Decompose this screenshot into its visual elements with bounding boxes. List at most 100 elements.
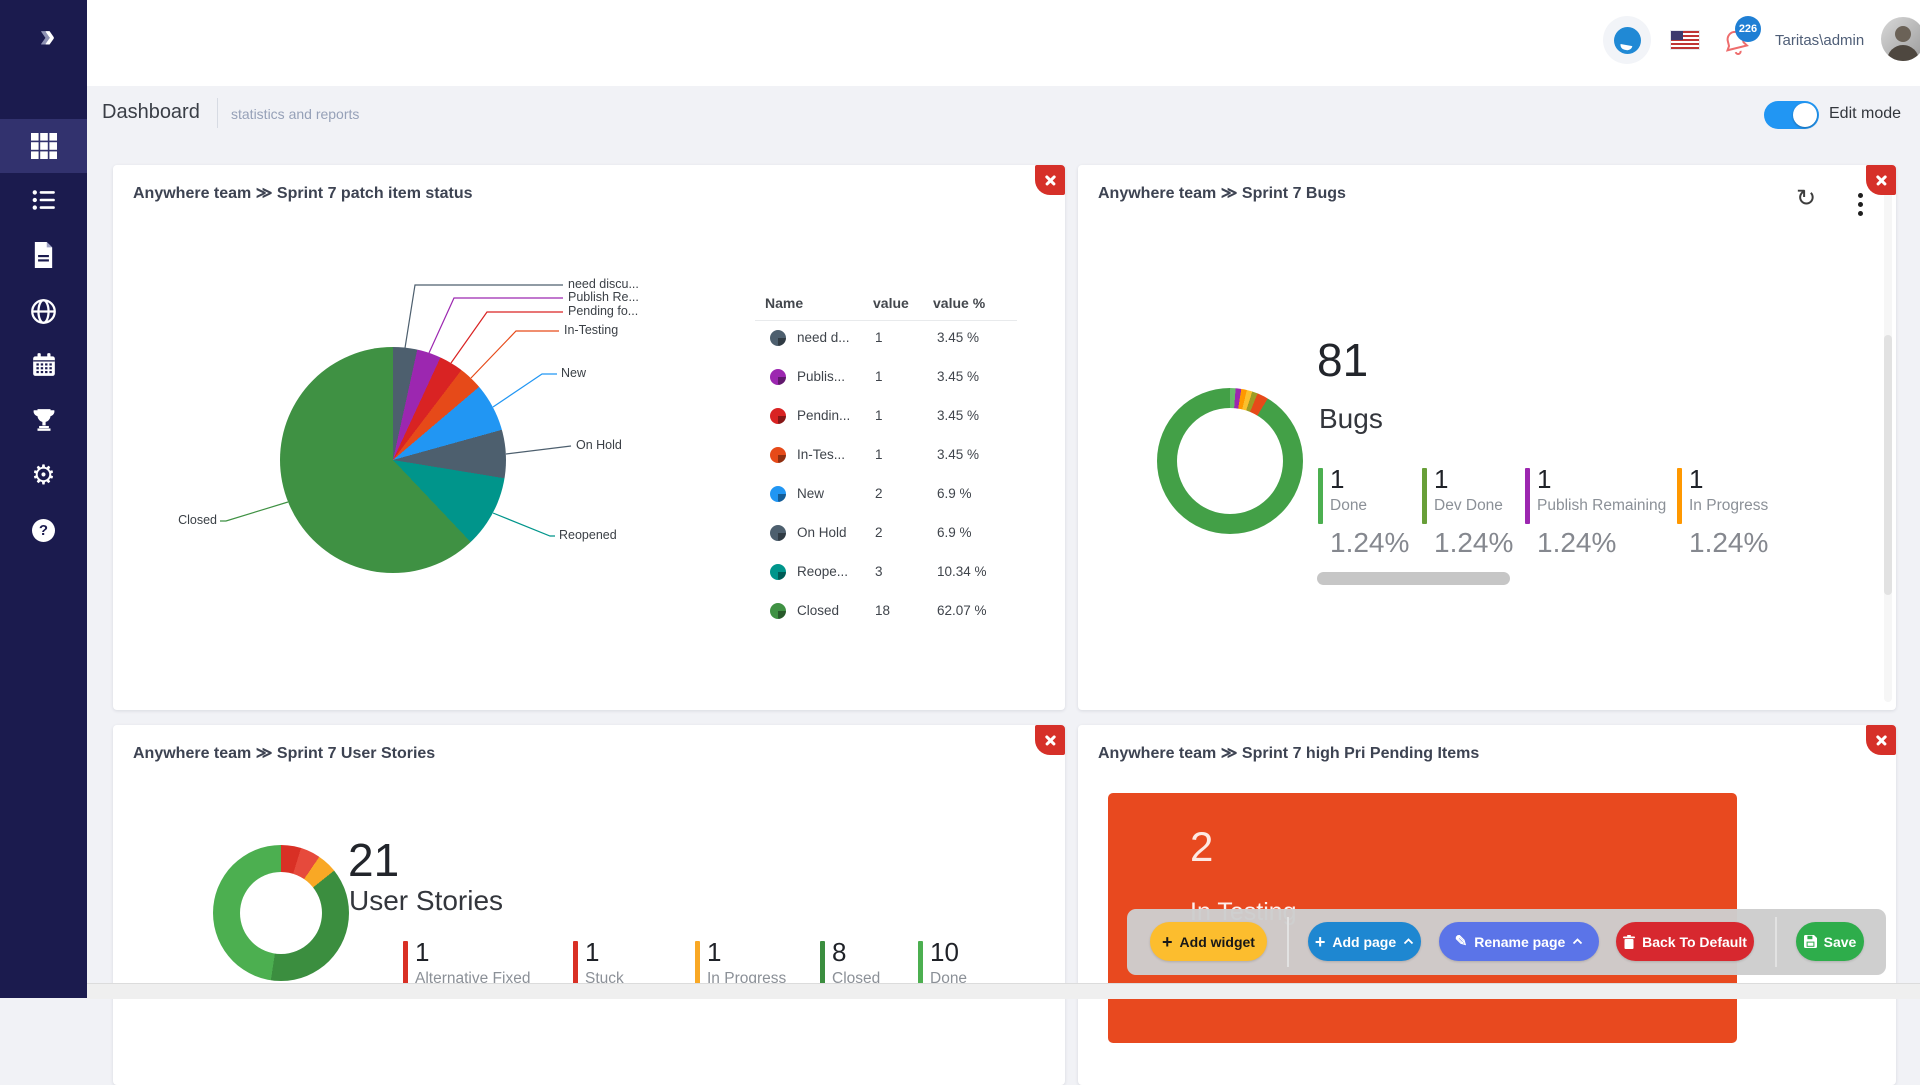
user-menu[interactable]: Taritas\admin — [1775, 32, 1864, 49]
legend-header-name: Name — [765, 295, 803, 311]
stat-value: 1 — [1330, 465, 1367, 495]
callout-line — [220, 502, 288, 521]
sidebar-item-calendar[interactable] — [0, 341, 87, 389]
sidebar: ›› — [0, 0, 87, 998]
stat-label: Dev Done — [1434, 497, 1503, 515]
notification-count-badge: 226 — [1735, 16, 1761, 42]
legend-value: 2 — [875, 525, 883, 540]
legend-name: Pendin... — [797, 408, 850, 423]
stat-percent: 1.24% — [1434, 527, 1513, 559]
stat-label: In Progress — [1689, 497, 1768, 515]
toolbar-divider — [1775, 917, 1777, 967]
stat-in-progress: 1 In Progress — [1677, 465, 1768, 515]
save-button[interactable]: Save — [1796, 922, 1864, 961]
user-stories-donut-chart — [213, 845, 349, 981]
slice-label: Reopened — [559, 528, 617, 542]
sidebar-item-dashboard[interactable] — [0, 122, 87, 170]
vertical-scrollbar-thumb[interactable] — [1884, 335, 1892, 595]
stat-label: Publish Remaining — [1537, 497, 1666, 515]
chat-button[interactable] — [1603, 16, 1651, 64]
slice-label: Publish Re... — [568, 290, 639, 304]
title-divider — [217, 98, 218, 128]
stat-in-progress: 1 In Progress — [695, 938, 786, 988]
widget-close-button[interactable] — [1866, 165, 1896, 195]
callout-line — [405, 285, 563, 348]
widget-close-button[interactable] — [1035, 725, 1065, 755]
sidebar-item-web[interactable] — [0, 287, 87, 335]
pencil-icon: ✎ — [1455, 934, 1468, 949]
language-flag-button[interactable] — [1671, 31, 1699, 49]
stat-value: 1 — [707, 938, 786, 968]
plus-icon: + — [1315, 933, 1326, 951]
stat-alternative-fixed: 1 Alternative Fixed — [403, 938, 530, 988]
stat-value: 1 — [1434, 465, 1503, 495]
tile-value: 2 — [1190, 823, 1213, 871]
stories-total-label: User Stories — [349, 885, 503, 917]
widget-title: Anywhere team ≫ Sprint 7 high Pri Pendin… — [1098, 743, 1479, 763]
stat-dev-done: 1 Dev Done — [1422, 465, 1503, 515]
patch-status-pie-chart — [280, 347, 506, 573]
sidebar-item-documents[interactable] — [0, 231, 87, 279]
stat-percent: 1.24% — [1537, 527, 1616, 559]
legend-value: 18 — [875, 603, 890, 618]
sidebar-item-help[interactable]: ? — [0, 506, 87, 554]
pie-glyph-icon — [770, 369, 786, 385]
edit-toolbar: + Add widget + Add page ✎ Rename page Ba… — [1127, 909, 1886, 975]
pie-glyph-icon — [770, 330, 786, 346]
stat-done: 1 Done — [1318, 465, 1367, 515]
save-icon — [1804, 935, 1817, 948]
slice-label: On Hold — [576, 438, 622, 452]
horizontal-scrollbar-thumb[interactable] — [1317, 572, 1510, 585]
add-widget-label: Add widget — [1180, 934, 1255, 950]
notifications-button[interactable]: 226 — [1721, 20, 1765, 66]
legend-name: Publis... — [797, 369, 845, 384]
legend-name: In-Tes... — [797, 447, 845, 462]
save-label: Save — [1824, 934, 1857, 950]
sidebar-collapse-button[interactable]: ›› — [22, 14, 66, 58]
donut-hole — [1177, 408, 1283, 514]
legend-name: New — [797, 486, 824, 501]
back-to-default-button[interactable]: Back To Default — [1616, 922, 1754, 961]
widget-close-button[interactable] — [1035, 165, 1065, 195]
add-page-button[interactable]: + Add page — [1308, 922, 1421, 961]
callout-line — [493, 374, 557, 407]
slice-label: New — [561, 366, 586, 380]
stat-value: 10 — [930, 938, 967, 968]
callout-line — [451, 312, 563, 363]
callout-line — [493, 513, 555, 536]
stat-publish-remaining: 1 Publish Remaining — [1525, 465, 1666, 515]
sidebar-item-settings[interactable]: ⚙ — [0, 451, 87, 499]
content-fade — [1778, 450, 1884, 580]
widget-title: Anywhere team ≫ Sprint 7 User Stories — [133, 743, 435, 763]
edit-mode-toggle[interactable] — [1764, 101, 1819, 129]
gear-icon: ⚙ — [31, 462, 55, 489]
legend-name: Closed — [797, 603, 839, 618]
stat-bar — [1422, 468, 1427, 524]
trophy-icon — [31, 407, 57, 433]
pie-glyph-icon — [770, 486, 786, 502]
donut-hole — [240, 872, 322, 954]
sidebar-item-list[interactable] — [0, 176, 87, 224]
bugs-total: 81 — [1317, 333, 1368, 387]
rename-page-button[interactable]: ✎ Rename page — [1439, 922, 1599, 961]
stat-value: 1 — [1689, 465, 1768, 495]
widget-menu-button[interactable] — [1858, 193, 1863, 198]
stat-value: 1 — [585, 938, 624, 968]
avatar[interactable] — [1881, 17, 1920, 61]
sidebar-item-achievements[interactable] — [0, 396, 87, 444]
refresh-icon: ↻ — [1796, 185, 1816, 212]
legend-value: 1 — [875, 447, 883, 462]
legend-value: 1 — [875, 369, 883, 384]
add-widget-button[interactable]: + Add widget — [1150, 922, 1267, 961]
legend-value: 1 — [875, 408, 883, 423]
chevron-up-icon — [1572, 938, 1583, 945]
legend-name: need d... — [797, 330, 850, 345]
calendar-icon — [31, 352, 57, 378]
add-page-label: Add page — [1332, 934, 1396, 950]
refresh-button[interactable]: ↻ — [1796, 187, 1816, 211]
horizontal-page-scrollbar[interactable] — [87, 983, 1920, 999]
legend-header-pct: value % — [933, 295, 985, 311]
stat-bar — [1525, 468, 1530, 524]
widget-close-button[interactable] — [1866, 725, 1896, 755]
widget-sprint-bugs: Anywhere team ≫ Sprint 7 Bugs ↻ 81 Bugs … — [1078, 165, 1896, 710]
